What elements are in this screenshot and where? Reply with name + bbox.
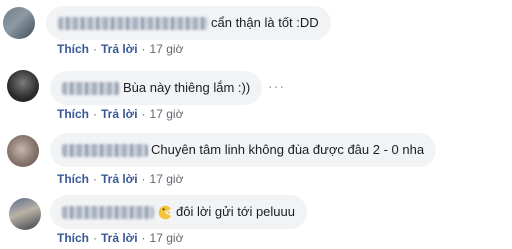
comment-4: đôi lời gửi tới peluuu Thích · Trả lời ·… [0, 193, 512, 249]
comment-actions: Thích · Trả lời · 17 giờ [57, 172, 183, 186]
reply-link[interactable]: Trả lời [101, 42, 138, 56]
comment-bubble: Chuyên tâm linh không đùa được đâu 2 - 0… [50, 133, 437, 167]
comment-2: Bùa này thiêng lắm :)) ··· Thích · Trả l… [0, 68, 512, 124]
separator: · [93, 231, 97, 245]
separator: · [93, 172, 97, 186]
reply-link[interactable]: Trả lời [101, 231, 138, 245]
separator: · [141, 231, 146, 245]
separator: · [141, 42, 146, 56]
separator: · [93, 42, 97, 56]
blurred-author-name[interactable] [62, 143, 148, 157]
pacman-emoji-icon [158, 205, 172, 219]
blurred-author-name[interactable] [62, 205, 154, 219]
avatar[interactable] [3, 7, 35, 39]
like-link[interactable]: Thích [57, 42, 89, 56]
blurred-author-name[interactable] [62, 81, 120, 95]
comment-actions: Thích · Trả lời · 17 giờ [57, 231, 183, 245]
timestamp[interactable]: 17 giờ [150, 231, 184, 245]
avatar[interactable] [7, 135, 39, 167]
comment-actions: Thích · Trả lời · 17 giờ [57, 42, 183, 56]
like-link[interactable]: Thích [57, 231, 89, 245]
timestamp[interactable]: 17 giờ [150, 172, 184, 186]
timestamp[interactable]: 17 giờ [150, 107, 184, 121]
reply-link[interactable]: Trả lời [101, 172, 138, 186]
reply-link[interactable]: Trả lời [101, 107, 138, 121]
timestamp[interactable]: 17 giờ [150, 42, 184, 56]
comment-bubble: đôi lời gửi tới peluuu [50, 195, 307, 229]
comment-text: Chuyên tâm linh không đùa được đâu 2 - 0… [151, 142, 425, 157]
comment-text: cẩn thận là tốt :DD [211, 15, 319, 30]
avatar[interactable] [9, 198, 41, 230]
comment-actions: Thích · Trả lời · 17 giờ [57, 107, 183, 121]
like-link[interactable]: Thích [57, 172, 89, 186]
comment-3: Chuyên tâm linh không đùa được đâu 2 - 0… [0, 130, 512, 190]
separator: · [141, 172, 146, 186]
separator: · [93, 107, 97, 121]
comment-bubble: cẩn thận là tốt :DD [46, 6, 331, 40]
avatar[interactable] [7, 70, 39, 102]
blurred-author-name[interactable] [58, 16, 208, 30]
comment-text: đôi lời gửi tới peluuu [176, 204, 295, 219]
like-link[interactable]: Thích [57, 107, 89, 121]
comment-bubble: Bùa này thiêng lắm :)) [50, 71, 263, 105]
comment-1: cẩn thận là tốt :DD Thích · Trả lời · 17… [0, 0, 512, 56]
separator: · [141, 107, 146, 121]
more-options-icon[interactable]: ··· [268, 78, 285, 94]
comment-text: Bùa này thiêng lắm :)) [123, 80, 251, 95]
